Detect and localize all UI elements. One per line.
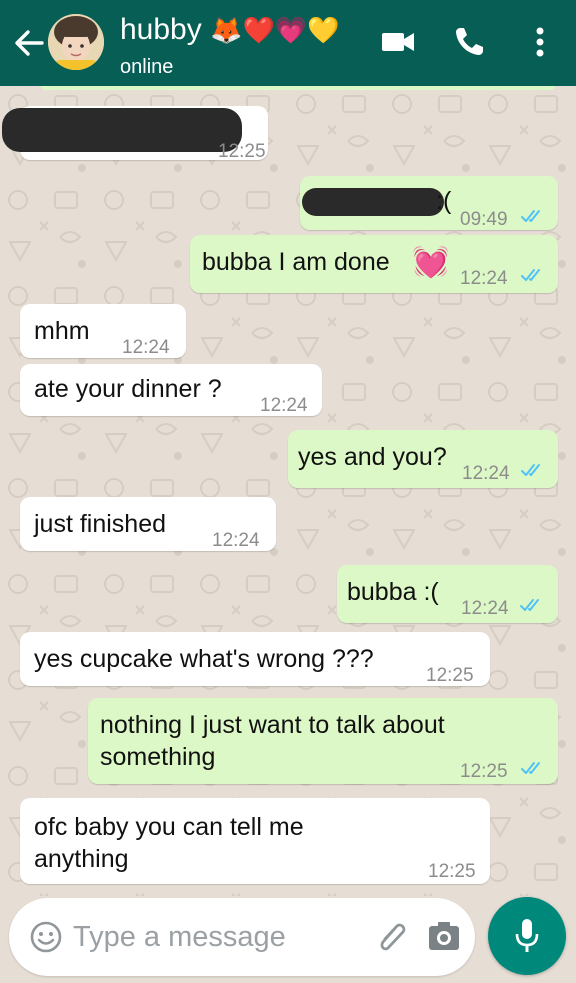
read-receipt-icon: [521, 464, 540, 476]
message-time: 12:24: [212, 530, 260, 551]
message-text: yes cupcake what's wrong ???: [34, 645, 374, 673]
message-bubble-incoming[interactable]: just finished 12:24: [20, 497, 276, 551]
message-time: 12:24: [122, 337, 170, 358]
redacted-text: [2, 108, 242, 152]
contact-status: online: [120, 56, 174, 78]
message-bubble-outgoing[interactable]: yes and you? 12:24: [288, 430, 558, 488]
camera-icon[interactable]: [427, 920, 461, 952]
message-text: ate your dinner ?: [34, 375, 222, 403]
videocam-icon[interactable]: [378, 22, 418, 62]
attach-icon[interactable]: [373, 918, 409, 956]
message-text: ofc baby you can tell me: [34, 813, 304, 841]
contact-name-text: hubby: [120, 13, 202, 46]
read-receipt-icon: [521, 762, 540, 774]
message-text-line2: something: [100, 743, 216, 771]
read-receipt-icon: [520, 599, 539, 611]
phone-icon[interactable]: [449, 22, 489, 62]
message-text: just finished: [34, 510, 167, 538]
message-bubble-outgoing[interactable]: bubba :( 12:24: [337, 565, 558, 623]
message-list[interactable]: 12:25 :( 09:49 bubba I am done 💓 12:24 m…: [0, 86, 576, 896]
emoji-icon[interactable]: [29, 920, 63, 954]
message-bubble-incoming[interactable]: 12:25: [2, 106, 268, 162]
message-time: 12:25: [428, 861, 476, 882]
message-input[interactable]: [73, 914, 353, 960]
mic-button[interactable]: [488, 897, 566, 975]
message-text: mhm: [34, 317, 90, 345]
mic-icon: [515, 919, 539, 952]
message-text-line2: anything: [34, 845, 129, 873]
message-time: 12:25: [426, 665, 474, 686]
message-bubble-incoming[interactable]: yes cupcake what's wrong ??? 12:25: [20, 632, 490, 686]
message-text: :(: [436, 187, 452, 215]
message-time: 12:24: [260, 395, 308, 416]
message-time: 12:24: [461, 598, 509, 619]
message-time: 12:25: [218, 141, 266, 162]
message-bubble-incoming[interactable]: ofc baby you can tell me anything 12:25: [20, 798, 490, 884]
message-time: 09:49: [460, 209, 508, 230]
message-time: 12:24: [462, 463, 510, 484]
message-bubble-incoming[interactable]: mhm 12:24: [20, 304, 186, 358]
avatar[interactable]: [48, 14, 104, 70]
chat-header: hubby 🦊❤️💗💛 online: [0, 0, 576, 86]
arrow-left-icon[interactable]: [12, 28, 46, 58]
message-bubble-incoming[interactable]: ate your dinner ? 12:24: [20, 364, 322, 416]
read-receipt-icon: [521, 269, 540, 281]
avatar-photo: [48, 14, 104, 70]
contact-emojis: 🦊❤️💗💛: [210, 15, 340, 45]
message-time: 12:25: [460, 761, 508, 782]
message-text: bubba :(: [347, 578, 439, 606]
message-text: nothing I just want to talk about: [100, 711, 445, 739]
contact-name[interactable]: hubby 🦊❤️💗💛: [120, 12, 340, 48]
message-text: bubba I am done: [202, 248, 390, 276]
redacted-text: [302, 188, 444, 216]
message-bubble-outgoing[interactable]: bubba I am done 💓 12:24: [190, 235, 558, 293]
message-text: yes and you?: [298, 443, 447, 471]
message-bubble-outgoing[interactable]: :( 09:49: [300, 176, 558, 230]
read-receipt-icon: [521, 210, 540, 222]
message-composer: [9, 898, 475, 976]
message-bubble-outgoing[interactable]: nothing I just want to talk about someth…: [88, 698, 558, 784]
message-time: 12:24: [460, 268, 508, 289]
message-emoji: 💓: [412, 246, 450, 279]
more-vert-icon[interactable]: [520, 22, 560, 62]
